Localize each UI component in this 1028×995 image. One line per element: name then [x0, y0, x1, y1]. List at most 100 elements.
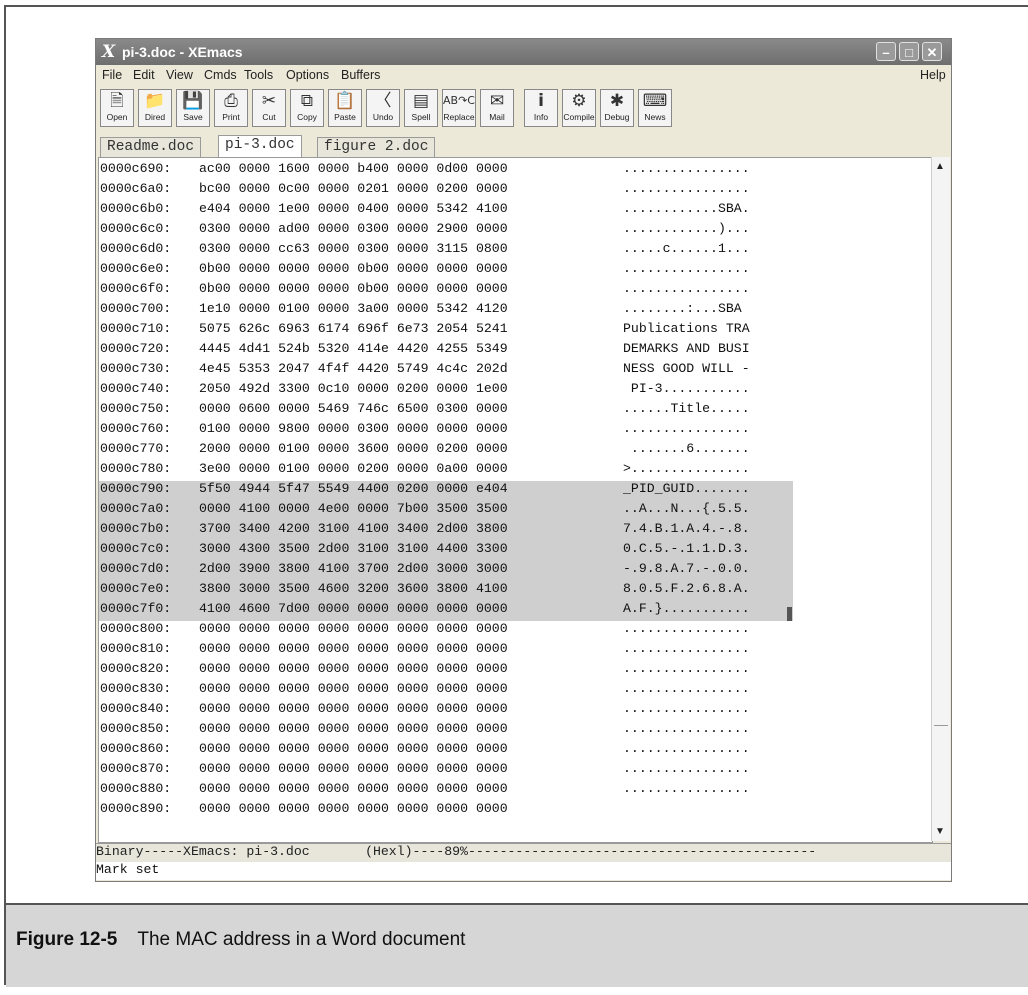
hex-line: 0000c850: 0000 0000 0000 0000 0000 0000 0…	[100, 719, 793, 739]
hex-bytes: 0000 0600 0000 5469 746c 6500 0300 0000	[199, 401, 508, 416]
hex-line: 0000c820: 0000 0000 0000 0000 0000 0000 0…	[100, 659, 793, 679]
hex-ascii: _PID_GUID.......	[623, 481, 750, 496]
menu-tools[interactable]: Tools	[244, 68, 273, 82]
hex-line: 0000c780: 3e00 0000 0100 0000 0200 0000 0…	[100, 459, 793, 479]
menu-bar: File Edit View Cmds Tools Options Buffer…	[96, 65, 951, 85]
hex-ascii: ................	[623, 741, 750, 756]
hex-bytes: 0000 0000 0000 0000 0000 0000 0000 0000	[199, 721, 508, 736]
open-button[interactable]: 🗎 Open	[100, 89, 134, 127]
hex-bytes: 0000 0000 0000 0000 0000 0000 0000 0000	[199, 621, 508, 636]
spell-button[interactable]: ▤ Spell	[404, 89, 438, 127]
print-button[interactable]: ⎙ Print	[214, 89, 248, 127]
hex-line: 0000c6d0: 0300 0000 cc63 0000 0300 0000 3…	[100, 239, 793, 259]
hex-address: 0000c890:	[100, 801, 172, 816]
hex-address: 0000c700:	[100, 301, 172, 316]
vertical-scrollbar[interactable]: ▲ ▼	[931, 157, 950, 841]
replace-button[interactable]: AB↷C Replace	[442, 89, 476, 127]
hex-line: 0000c7c0: 3000 4300 3500 2d00 3100 3100 4…	[100, 539, 793, 559]
undo-button[interactable]: 〈 Undo	[366, 89, 400, 127]
hex-line: 0000c7f0: 4100 4600 7d00 0000 0000 0000 0…	[100, 599, 793, 619]
hex-bytes: 0b00 0000 0000 0000 0b00 0000 0000 0000	[199, 281, 508, 296]
hex-ascii: 8.0.5.F.2.6.8.A.	[623, 581, 750, 596]
hex-bytes: 0300 0000 cc63 0000 0300 0000 3115 0800	[199, 241, 508, 256]
spell-icon: ▤	[412, 91, 430, 111]
hex-line: 0000c790: 5f50 4944 5f47 5549 4400 0200 0…	[100, 479, 793, 499]
hex-address: 0000c690:	[100, 161, 172, 176]
hex-address: 0000c780:	[100, 461, 172, 476]
hex-address: 0000c790:	[100, 481, 172, 496]
hex-line: 0000c690: ac00 0000 1600 0000 b400 0000 0…	[100, 159, 793, 179]
cut-button[interactable]: ✂ Cut	[252, 89, 286, 127]
debug-button[interactable]: ✱ Debug	[600, 89, 634, 127]
news-button[interactable]: ⌨ News	[638, 89, 672, 127]
hex-bytes: 0000 0000 0000 0000 0000 0000 0000 0000	[199, 741, 508, 756]
mode-line: Binary-----XEmacs: pi-3.doc (Hexl)----89…	[96, 843, 951, 863]
hex-line: 0000c7e0: 3800 3000 3500 4600 3200 3600 3…	[100, 579, 793, 599]
hex-address: 0000c860:	[100, 741, 172, 756]
bug-icon: ✱	[609, 91, 625, 111]
hex-address: 0000c770:	[100, 441, 172, 456]
hex-ascii: PI-3...........	[623, 381, 750, 396]
menu-cmds[interactable]: Cmds	[204, 68, 237, 82]
tab-readme[interactable]: Readme.doc	[100, 137, 202, 158]
maximize-button[interactable]: □	[899, 42, 919, 61]
hexl-buffer[interactable]: 0000c690: ac00 0000 1600 0000 b400 0000 0…	[98, 157, 933, 843]
menu-options[interactable]: Options	[286, 68, 329, 82]
mail-button[interactable]: ✉ Mail	[480, 89, 514, 127]
hex-ascii: ................	[623, 661, 750, 676]
hex-address: 0000c7d0:	[100, 561, 172, 576]
hex-address: 0000c750:	[100, 401, 172, 416]
hex-bytes: 2000 0000 0100 0000 3600 0000 0200 0000	[199, 441, 508, 456]
minimize-button[interactable]: –	[876, 42, 896, 61]
hex-ascii: ................	[623, 761, 750, 776]
dired-button[interactable]: 📁 Dired	[138, 89, 172, 127]
scroll-down-arrow-icon[interactable]: ▼	[935, 826, 945, 837]
hex-ascii: ..A...N...{.5.5.	[623, 501, 750, 516]
hex-bytes: 0000 0000 0000 0000 0000 0000 0000 0000	[199, 781, 508, 796]
scroll-up-arrow-icon[interactable]: ▲	[935, 161, 945, 172]
hex-address: 0000c7a0:	[100, 501, 172, 516]
hex-bytes: 5f50 4944 5f47 5549 4400 0200 0000 e404	[199, 481, 508, 496]
hex-ascii: >...............	[623, 461, 750, 476]
compile-button[interactable]: ⚙ Compile	[562, 89, 596, 127]
menu-buffers[interactable]: Buffers	[341, 68, 380, 82]
hex-bytes: 2d00 3900 3800 4100 3700 2d00 3000 3000	[199, 561, 508, 576]
hex-ascii: -.9.8.A.7.-.0.0.	[623, 561, 750, 576]
paste-button[interactable]: 📋 Paste	[328, 89, 362, 127]
hex-ascii: ................	[623, 721, 750, 736]
copy-icon: ⧉	[300, 91, 314, 111]
menu-file[interactable]: File	[102, 68, 122, 82]
hex-line: 0000c800: 0000 0000 0000 0000 0000 0000 0…	[100, 619, 793, 639]
tab-pi-3[interactable]: pi-3.doc	[218, 135, 302, 159]
figure-number: Figure 12-5	[16, 929, 118, 950]
copy-button[interactable]: ⧉ Copy	[290, 89, 324, 127]
hex-address: 0000c740:	[100, 381, 172, 396]
save-button[interactable]: 💾 Save	[176, 89, 210, 127]
hex-bytes: e404 0000 1e00 0000 0400 0000 5342 4100	[199, 201, 508, 216]
toolbar: 🗎 Open 📁 Dired 💾 Save ⎙ Print ✂ Cut ⧉ Copy 📋 Pa…	[96, 86, 951, 132]
hex-line: 0000c6f0: 0b00 0000 0000 0000 0b00 0000 0…	[100, 279, 793, 299]
menu-edit[interactable]: Edit	[133, 68, 155, 82]
hex-address: 0000c6c0:	[100, 221, 172, 236]
hex-line: 0000c750: 0000 0600 0000 5469 746c 6500 0…	[100, 399, 793, 419]
hex-ascii: ................	[623, 181, 750, 196]
hex-bytes: 0000 0000 0000 0000 0000 0000 0000 0000	[199, 681, 508, 696]
hex-address: 0000c710:	[100, 321, 172, 336]
tab-figure-2[interactable]: figure 2.doc	[317, 137, 436, 158]
menu-view[interactable]: View	[166, 68, 193, 82]
hex-address: 0000c800:	[100, 621, 172, 636]
close-button[interactable]: ✕	[922, 42, 942, 61]
hex-line: 0000c7a0: 0000 4100 0000 4e00 0000 7b00 3…	[100, 499, 793, 519]
title-bar[interactable]: X pi-3.doc - XEmacs – □ ✕	[96, 39, 951, 65]
hex-ascii: ................	[623, 421, 750, 436]
menu-help[interactable]: Help	[920, 68, 946, 82]
hex-ascii: 7.4.B.1.A.4.-.8.	[623, 521, 750, 536]
scroll-thumb[interactable]	[934, 725, 948, 727]
hex-address: 0000c840:	[100, 701, 172, 716]
printer-icon: ⎙	[224, 91, 238, 111]
info-button[interactable]: i Info	[524, 89, 558, 127]
hex-line: 0000c700: 1e10 0000 0100 0000 3a00 0000 5…	[100, 299, 793, 319]
hex-line: 0000c730: 4e45 5353 2047 4f4f 4420 5749 4…	[100, 359, 793, 379]
hex-address: 0000c6a0:	[100, 181, 172, 196]
scissors-icon: ✂	[261, 91, 277, 111]
